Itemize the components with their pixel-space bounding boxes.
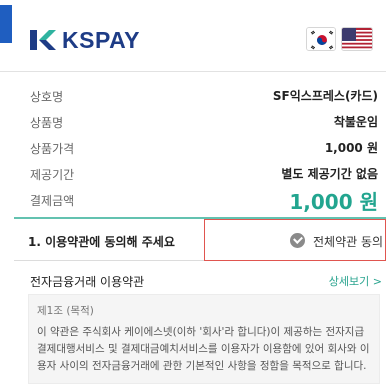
amount-value: 1,000 원 [289,190,378,214]
check-circle-icon [290,233,305,248]
us-flag-icon[interactable] [341,27,373,51]
agreement-row: 1. 이용약관에 동의해 주세요 전체약관 동의 [14,219,386,261]
header: KSPAY [0,0,386,72]
period-label: 제공기간 [30,168,75,182]
agree-all-label: 전체약관 동의 [313,235,384,249]
terms-header: 전자금융거래 이용약관 상세보기 > [14,262,386,294]
terms-title: 전자금융거래 이용약관 [30,275,145,289]
price-value: 1,000 원 [324,141,378,155]
price-label: 상품가격 [30,142,75,156]
kspay-logo-mark-icon [30,30,56,50]
terms-text: 이 약관은 주식회사 케이에스넷(이하 '회사'라 합니다)이 제공하는 전자지… [37,326,370,372]
merchant-value: SF익스프레스(카드) [272,89,378,103]
terms-article-heading: 제1조 (목적) [37,305,94,317]
terms-detail-link[interactable]: 상세보기 > [329,273,382,289]
agree-all-button[interactable]: 전체약관 동의 [204,219,386,261]
logo-text: KSPAY [62,26,140,53]
agreement-title: 1. 이용약관에 동의해 주세요 [28,235,175,249]
payment-page: KSPAY 상호명 SF익스프레스(카드) 상품명 착불운임 상품가격 1,00… [0,0,386,390]
product-label: 상품명 [30,116,64,130]
kspay-logo: KSPAY [30,27,140,53]
product-value: 착불운임 [333,115,378,129]
period-value: 별도 제공기간 없음 [281,167,378,181]
merchant-label: 상호명 [30,90,64,104]
terms-content-box[interactable]: 제1조 (목적) 이 약관은 주식회사 케이에스넷(이하 '회사'라 합니다)이… [28,294,380,384]
amount-label: 결제금액 [30,194,75,208]
korean-flag-icon[interactable] [306,27,336,51]
